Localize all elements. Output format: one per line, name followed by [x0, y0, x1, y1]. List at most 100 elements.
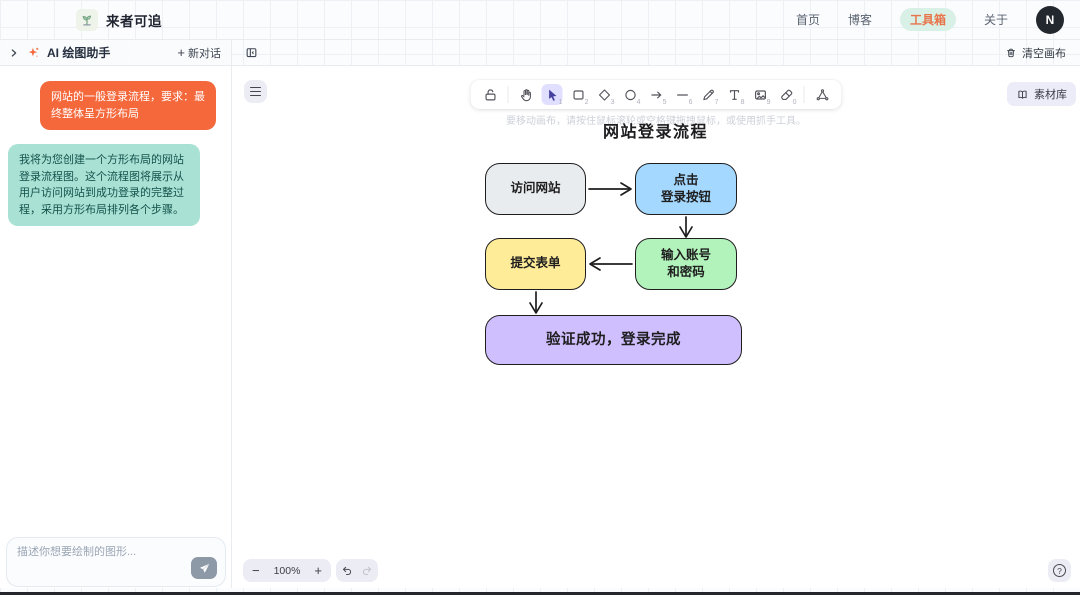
redo-button[interactable]	[360, 564, 373, 577]
top-header: 来者可追 首页 博客 工具箱 关于 N	[0, 0, 1080, 40]
new-chat-label: 新对话	[188, 45, 221, 61]
brand[interactable]: 来者可追	[76, 9, 162, 31]
tool-lock[interactable]	[480, 84, 501, 105]
nav-home[interactable]: 首页	[796, 11, 820, 28]
library-label: 素材库	[1034, 86, 1067, 102]
tool-shortcut: 1	[559, 99, 563, 106]
flow-node-login-complete[interactable]: 验证成功，登录完成	[485, 315, 742, 365]
nav-about[interactable]: 关于	[984, 11, 1008, 28]
nav-blog[interactable]: 博客	[848, 11, 872, 28]
prompt-composer	[6, 537, 226, 587]
redo-icon	[360, 564, 373, 577]
tool-more-tools[interactable]	[812, 84, 833, 105]
sparkle-icon	[27, 46, 40, 59]
node-label: 输入账号	[661, 247, 711, 265]
tool-draw[interactable]: 7	[698, 84, 719, 105]
zoom-out-button[interactable]: −	[252, 564, 260, 577]
top-nav: 首页 博客 工具箱 关于	[796, 8, 1008, 31]
book-icon	[1016, 88, 1029, 101]
tool-shortcut: 6	[689, 99, 693, 106]
app-window: 来者可追 首页 博客 工具箱 关于 N AI 绘图助手 + 新对话	[0, 0, 1080, 595]
tool-shortcut: 0	[793, 99, 797, 106]
brand-title: 来者可追	[106, 10, 162, 30]
tool-text[interactable]: 8	[724, 84, 745, 105]
send-plane-icon	[198, 562, 211, 575]
node-label: 提交表单	[510, 255, 560, 273]
diamond-icon	[596, 87, 612, 103]
zoom-in-button[interactable]: +	[314, 564, 322, 577]
lock-icon	[482, 87, 498, 103]
tool-shortcut: 2	[585, 99, 589, 106]
line-icon	[674, 87, 690, 103]
send-button[interactable]	[191, 557, 217, 579]
panel-toggle-icon[interactable]	[245, 46, 258, 59]
node-label: 点击	[673, 172, 698, 190]
clear-canvas-button[interactable]: 清空画布	[1005, 45, 1066, 61]
arrow-icon	[648, 87, 664, 103]
brand-logo-icon	[76, 9, 98, 31]
flowchart-title[interactable]: 网站登录流程	[603, 118, 708, 142]
toolbar-divider	[508, 86, 509, 103]
tool-eraser[interactable]: 0	[776, 84, 797, 105]
library-button[interactable]: 素材库	[1007, 82, 1076, 106]
tool-line[interactable]: 6	[672, 84, 693, 105]
hand-icon	[518, 87, 534, 103]
tool-shortcut: 9	[767, 99, 771, 106]
tool-toolbar: 1 2 3 4 5	[471, 80, 842, 109]
tool-selection[interactable]: 1	[542, 84, 563, 105]
tool-diamond[interactable]: 3	[594, 84, 615, 105]
history-controls	[336, 559, 378, 582]
sidebar-header: AI 绘图助手 + 新对话	[0, 40, 232, 65]
node-label: 登录按钮	[661, 189, 711, 207]
node-label: 验证成功，登录完成	[546, 330, 681, 350]
tool-shortcut: 7	[715, 99, 719, 106]
user-message-bubble: 网站的一般登录流程，要求：最终整体呈方形布局	[40, 81, 216, 130]
nav-toolbox[interactable]: 工具箱	[900, 8, 956, 31]
plus-icon: +	[177, 46, 185, 59]
flow-node-submit-form[interactable]: 提交表单	[485, 238, 586, 290]
chat-messages: 网站的一般登录流程，要求：最终整体呈方形布局 我将为您创建一个方形布局的网站登录…	[0, 66, 231, 226]
tool-image[interactable]: 9	[750, 84, 771, 105]
pencil-icon	[700, 87, 716, 103]
chevron-right-icon[interactable]	[8, 47, 20, 59]
trash-icon	[1005, 47, 1017, 59]
flow-node-click-login[interactable]: 点击 登录按钮	[635, 163, 737, 215]
node-label: 和密码	[667, 264, 705, 282]
more-tools-icon	[814, 87, 830, 103]
sub-bar: AI 绘图助手 + 新对话 清空画布	[0, 40, 1080, 66]
node-label: 访问网站	[510, 180, 560, 198]
content-row: 网站的一般登录流程，要求：最终整体呈方形布局 我将为您创建一个方形布局的网站登录…	[0, 66, 1080, 588]
toolbar-divider	[804, 86, 805, 103]
tool-arrow[interactable]: 5	[646, 84, 667, 105]
undo-icon	[341, 564, 354, 577]
user-avatar[interactable]: N	[1036, 6, 1064, 34]
assistant-message-bubble: 我将为您创建一个方形布局的网站登录流程图。这个流程图将展示从用户访问网站到成功登…	[8, 144, 200, 226]
hamburger-icon	[250, 87, 261, 89]
chat-sidebar: 网站的一般登录流程，要求：最终整体呈方形布局 我将为您创建一个方形布局的网站登录…	[0, 66, 232, 588]
tool-rectangle[interactable]: 2	[568, 84, 589, 105]
image-icon	[752, 87, 768, 103]
tool-shortcut: 5	[663, 99, 667, 106]
new-chat-button[interactable]: + 新对话	[177, 45, 221, 61]
tool-ellipse[interactable]: 4	[620, 84, 641, 105]
canvas-menu-button[interactable]	[244, 80, 267, 103]
rectangle-icon	[570, 87, 586, 103]
tool-hand[interactable]	[516, 84, 537, 105]
drawing-canvas[interactable]: 1 2 3 4 5	[232, 66, 1080, 588]
eraser-icon	[778, 87, 794, 103]
tool-shortcut: 8	[741, 99, 745, 106]
text-icon	[726, 87, 742, 103]
prompt-input[interactable]	[17, 546, 167, 558]
ellipse-icon	[622, 87, 638, 103]
zoom-controls: − 100% +	[243, 559, 331, 582]
selection-pointer-icon	[544, 87, 560, 103]
zoom-level[interactable]: 100%	[274, 565, 301, 577]
canvas-header: 清空画布	[232, 40, 1080, 65]
flow-node-visit[interactable]: 访问网站	[485, 163, 586, 215]
help-button[interactable]: ?	[1048, 559, 1071, 582]
clear-canvas-label: 清空画布	[1022, 45, 1066, 61]
undo-button[interactable]	[341, 564, 354, 577]
flow-node-enter-credentials[interactable]: 输入账号 和密码	[635, 238, 737, 290]
assistant-panel-title: AI 绘图助手	[47, 44, 110, 61]
tool-shortcut: 3	[611, 99, 615, 106]
